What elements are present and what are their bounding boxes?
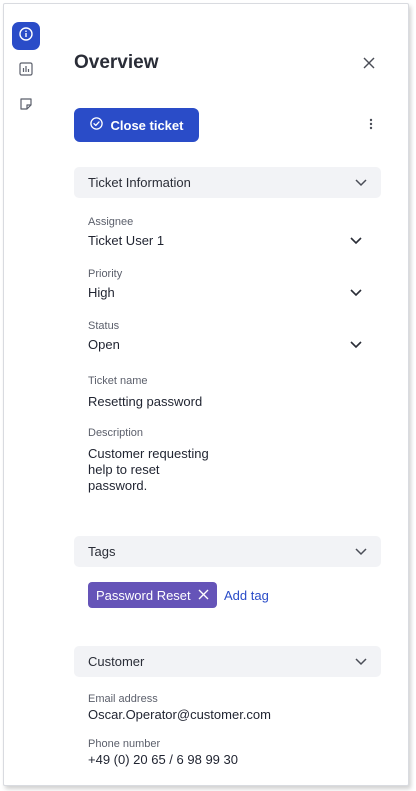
side-rail <box>4 4 50 785</box>
status-label: Status <box>88 320 120 332</box>
customer-heading: Customer <box>88 654 145 669</box>
info-icon <box>19 26 33 46</box>
ticket-name-value[interactable]: Resetting password <box>88 394 202 410</box>
chevron-down-icon[interactable] <box>349 288 363 298</box>
close-icon <box>363 56 375 74</box>
remove-tag-icon[interactable] <box>198 588 209 603</box>
status-select[interactable]: Open <box>88 337 120 353</box>
page-title: Overview <box>74 52 159 73</box>
close-ticket-button[interactable]: Close ticket <box>74 108 199 142</box>
kebab-menu-icon <box>369 117 373 135</box>
ticket-information-heading: Ticket Information <box>88 175 191 190</box>
phone-value: +49 (0) 20 65 / 6 98 99 30 <box>88 752 238 767</box>
rail-info-button[interactable] <box>12 22 40 50</box>
sticky-note-icon <box>19 97 33 116</box>
chevron-down-icon <box>355 544 367 559</box>
close-panel-button[interactable] <box>360 56 378 74</box>
tag-chip: Password Reset <box>88 582 217 608</box>
chart-icon <box>19 61 33 81</box>
description-line: password. <box>88 478 148 493</box>
check-circle-icon <box>89 117 103 133</box>
description-value[interactable]: Customer requesting help to reset passwo… <box>88 446 209 494</box>
tag-chip-label: Password Reset <box>96 587 191 603</box>
rail-stats-button[interactable] <box>12 57 40 85</box>
chevron-down-icon[interactable] <box>349 236 363 246</box>
tags-heading: Tags <box>88 544 116 559</box>
assignee-select[interactable]: Ticket User 1 <box>88 233 164 249</box>
rail-notes-button[interactable] <box>12 92 40 120</box>
priority-label: Priority <box>88 268 123 280</box>
tags-section-toggle[interactable]: Tags <box>74 536 381 567</box>
email-value: Oscar.Operator@customer.com <box>88 707 271 722</box>
add-tag-link[interactable]: Add tag <box>224 588 269 603</box>
chevron-down-icon[interactable] <box>349 340 363 350</box>
close-ticket-label: Close ticket <box>110 117 184 133</box>
customer-section-toggle[interactable]: Customer <box>74 646 381 677</box>
chevron-down-icon <box>355 654 367 669</box>
description-line: help to reset <box>88 462 160 477</box>
priority-select[interactable]: High <box>88 285 115 301</box>
description-label: Description <box>88 427 144 439</box>
ticket-name-label: Ticket name <box>88 375 148 387</box>
ticket-information-section-toggle[interactable]: Ticket Information <box>74 167 381 198</box>
overview-panel: Overview Close ticket Ticket Information… <box>3 3 409 786</box>
phone-label: Phone number <box>88 738 161 750</box>
description-line: Customer requesting <box>88 446 209 461</box>
chevron-down-icon <box>355 175 367 190</box>
more-options-button[interactable] <box>364 117 378 135</box>
assignee-label: Assignee <box>88 216 134 228</box>
email-label: Email address <box>88 693 158 705</box>
